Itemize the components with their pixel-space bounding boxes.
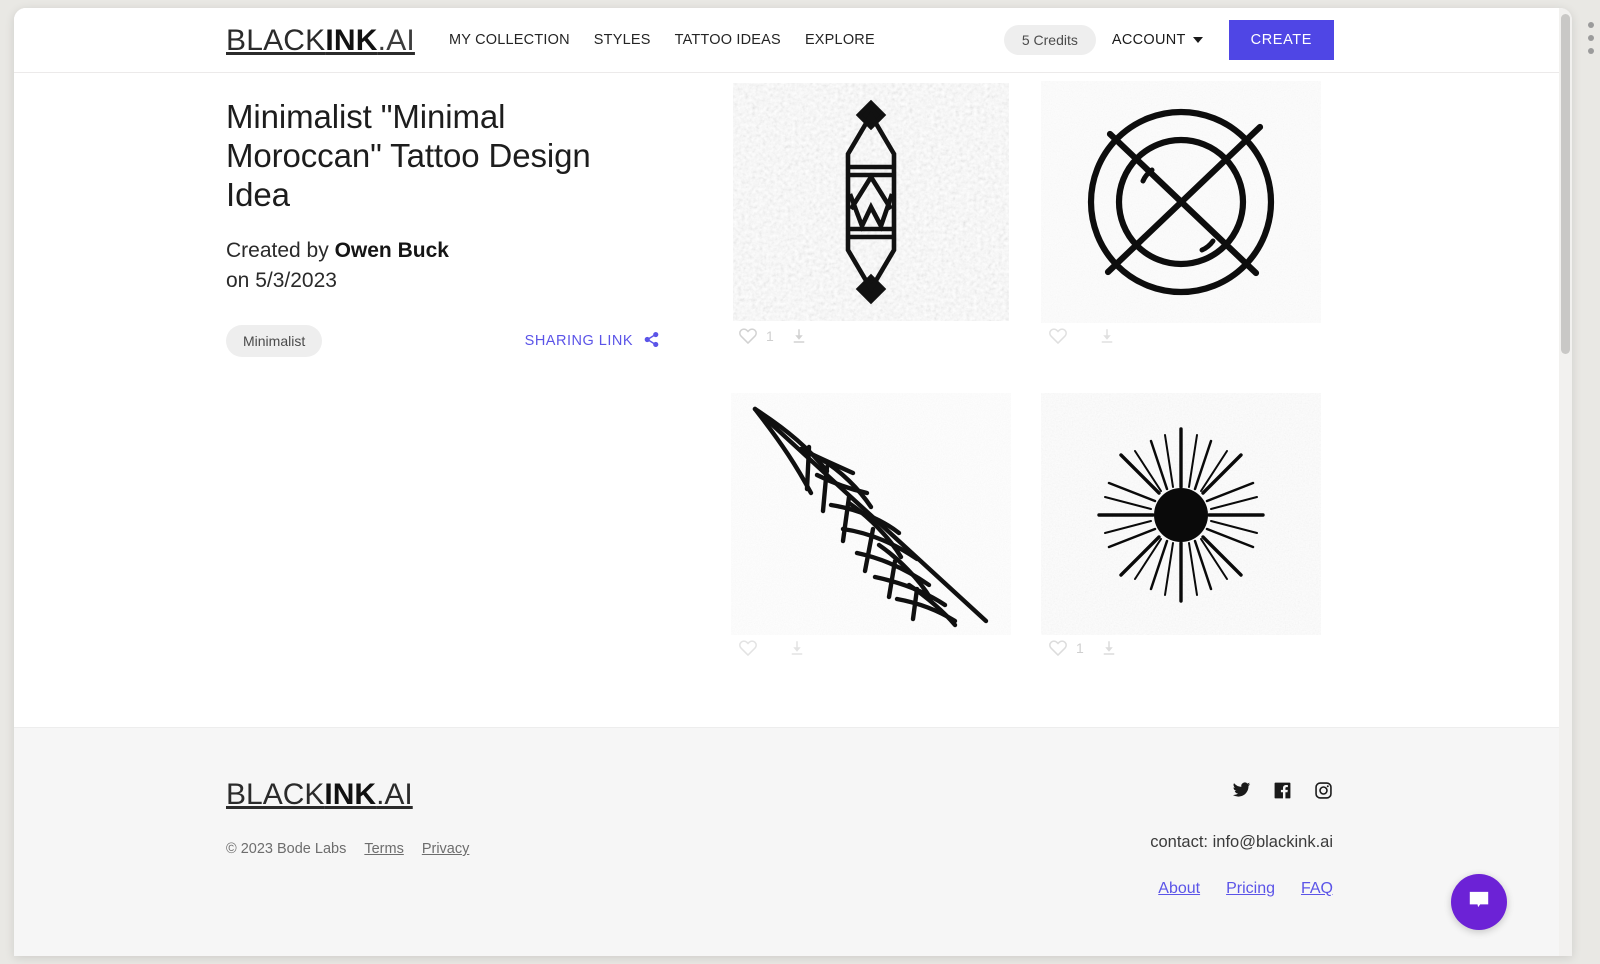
tile-actions: 1 <box>731 321 816 351</box>
instagram-icon[interactable] <box>1314 781 1333 805</box>
heart-outline-icon[interactable] <box>731 633 765 663</box>
design-image-2[interactable] <box>1041 81 1321 323</box>
footer-logo[interactable]: BLACKINK.AI <box>226 778 413 812</box>
site-footer: BLACKINK.AI © 2023 Bode Labs Terms Priva… <box>14 727 1559 956</box>
design-meta-row: Minimalist SHARING LINK <box>226 325 660 357</box>
nav-item-tattoo-ideas[interactable]: TATTOO IDEAS <box>675 32 805 48</box>
design-detail-panel: Minimalist "Minimal Moroccan" Tattoo Des… <box>226 97 659 357</box>
tile-actions: 1 <box>1041 633 1126 663</box>
tile-actions <box>1041 321 1124 351</box>
footer-links: About Pricing FAQ <box>1158 880 1333 898</box>
page-viewport: BLACKINK.AI MY COLLECTION STYLES TATTOO … <box>14 8 1559 956</box>
tile-actions <box>731 633 814 663</box>
heart-outline-icon[interactable] <box>1041 633 1075 663</box>
gallery-row-1: 1 <box>719 73 1339 385</box>
footer-logo-ink-text: INK <box>324 778 377 811</box>
main-content: Minimalist "Minimal Moroccan" Tattoo Des… <box>14 73 1559 727</box>
logo-ai-text: .AI <box>377 24 415 57</box>
nav-item-explore[interactable]: EXPLORE <box>805 32 899 48</box>
download-icon[interactable] <box>1090 321 1124 351</box>
like-count: 1 <box>766 328 774 344</box>
page-scrollbar[interactable] <box>1559 8 1572 956</box>
download-icon[interactable] <box>1092 633 1126 663</box>
menu-dot <box>1588 22 1594 28</box>
pricing-link[interactable]: Pricing <box>1226 880 1275 898</box>
heart-outline-icon[interactable] <box>731 321 765 351</box>
download-icon[interactable] <box>782 321 816 351</box>
faq-link[interactable]: FAQ <box>1301 880 1333 898</box>
sharing-link-button[interactable]: SHARING LINK <box>525 331 660 352</box>
design-image-4[interactable] <box>1041 393 1321 635</box>
share-icon <box>643 331 660 352</box>
contact-email: contact: info@blackink.ai <box>1150 833 1333 851</box>
creator-byline: Created by Owen Buck on 5/3/2023 <box>226 236 656 296</box>
created-by-label: Created by <box>226 239 335 262</box>
style-tag[interactable]: Minimalist <box>226 325 323 357</box>
about-link[interactable]: About <box>1158 880 1200 898</box>
site-header: BLACKINK.AI MY COLLECTION STYLES TATTOO … <box>14 8 1559 73</box>
gallery-tile[interactable] <box>1029 73 1339 385</box>
page-title: Minimalist "Minimal Moroccan" Tattoo Des… <box>226 98 591 213</box>
account-label: ACCOUNT <box>1111 32 1186 48</box>
sharing-link-label: SHARING LINK <box>524 333 633 349</box>
created-date: on 5/3/2023 <box>226 269 337 292</box>
design-image-3[interactable] <box>731 393 1011 635</box>
scrollbar-thumb[interactable] <box>1561 14 1570 354</box>
nav-item-my-collection[interactable]: MY COLLECTION <box>449 32 594 48</box>
gallery-tile[interactable]: 1 <box>719 73 1029 385</box>
create-button[interactable]: CREATE <box>1228 20 1334 60</box>
terms-link[interactable]: Terms <box>364 841 403 857</box>
gallery-tile[interactable] <box>719 385 1029 697</box>
logo-black-text: BLACK <box>226 24 326 57</box>
facebook-icon[interactable] <box>1273 781 1292 805</box>
like-count: 1 <box>1076 640 1084 656</box>
browser-window: BLACKINK.AI MY COLLECTION STYLES TATTOO … <box>14 8 1572 956</box>
site-logo[interactable]: BLACKINK.AI <box>226 24 415 58</box>
twitter-icon[interactable] <box>1231 780 1251 805</box>
gallery-row-2: 1 <box>719 385 1339 697</box>
menu-dot <box>1588 35 1594 41</box>
gallery-tile[interactable]: 1 <box>1029 385 1339 697</box>
nav-item-styles[interactable]: STYLES <box>594 32 675 48</box>
footer-legal: © 2023 Bode Labs Terms Privacy <box>226 841 469 857</box>
social-links <box>1231 780 1333 805</box>
author-name: Owen Buck <box>334 239 449 262</box>
logo-ink-text: INK <box>325 24 378 57</box>
design-gallery: 1 1 <box>719 73 1339 697</box>
chat-widget-button[interactable] <box>1451 874 1507 930</box>
account-menu-button[interactable]: ACCOUNT <box>1112 32 1203 48</box>
header-actions: 5 Credits ACCOUNT CREATE <box>1003 20 1334 60</box>
main-navigation: MY COLLECTION STYLES TATTOO IDEAS EXPLOR… <box>449 32 899 48</box>
heart-outline-icon[interactable] <box>1041 321 1075 351</box>
window-options-menu[interactable] <box>1588 22 1594 61</box>
copyright-text: © 2023 Bode Labs <box>226 841 347 857</box>
footer-logo-ai-text: .AI <box>376 778 413 811</box>
credits-badge: 5 Credits <box>1003 25 1096 55</box>
privacy-link[interactable]: Privacy <box>422 841 470 857</box>
footer-logo-black-text: BLACK <box>226 778 325 811</box>
design-image-1[interactable] <box>731 81 1011 323</box>
chat-bubble-icon <box>1466 887 1492 918</box>
chevron-down-icon <box>1192 37 1203 43</box>
download-icon[interactable] <box>780 633 814 663</box>
menu-dot <box>1588 48 1594 54</box>
